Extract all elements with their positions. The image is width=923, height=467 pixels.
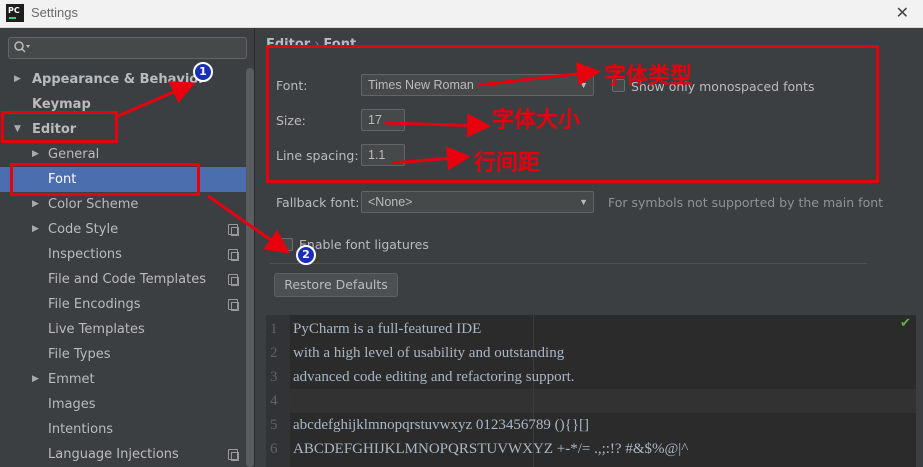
project-scope-icon xyxy=(228,249,239,261)
sidebar-item-language-injections[interactable]: Language Injections xyxy=(0,442,250,467)
line-number: 1 xyxy=(270,321,278,337)
restore-defaults-button[interactable]: Restore Defaults xyxy=(274,273,398,297)
sidebar-item-file-encodings[interactable]: File Encodings xyxy=(0,292,250,317)
line-number: 4 xyxy=(270,393,278,409)
chevron-right-icon[interactable]: ▶ xyxy=(14,67,21,92)
project-scope-icon xyxy=(228,274,239,286)
annotation-box-editor xyxy=(1,111,118,143)
sidebar-item-label: Emmet xyxy=(48,372,95,387)
chevron-right-icon[interactable]: ▶ xyxy=(32,367,39,392)
preview-line: 5 abcdefghijklmnopqrstuvwxyz 0123456789 (… xyxy=(266,413,916,437)
sidebar-item-intentions[interactable]: Intentions xyxy=(0,417,250,442)
sidebar-item-label: Images xyxy=(48,397,96,412)
line-number: 2 xyxy=(270,345,278,361)
preview-text: advanced code editing and refactoring su… xyxy=(293,369,575,385)
sidebar-item-code-style[interactable]: ▶ Code Style xyxy=(0,217,250,242)
fallback-font-combo[interactable]: <None> ▼ xyxy=(361,191,594,213)
sidebar-item-label: File and Code Templates xyxy=(48,272,206,287)
fallback-hint: For symbols not supported by the main fo… xyxy=(608,195,884,210)
sidebar-scrollbar[interactable] xyxy=(246,68,254,467)
sidebar-item-file-and-code-templates[interactable]: File and Code Templates xyxy=(0,267,250,292)
preview-text: ABCDEFGHIJKLMNOPQRSTUVWXYZ +-*/= .,;:!? … xyxy=(293,441,689,457)
pycharm-logo: PC xyxy=(6,4,24,22)
sidebar-item-inspections[interactable]: Inspections xyxy=(0,242,250,267)
annotation-line-spacing: 行间距 xyxy=(474,151,541,176)
sidebar-item-label: Appearance & Behavior xyxy=(32,72,205,87)
annotation-box-font xyxy=(10,163,200,196)
preview-line: 6 ABCDEFGHIJKLMNOPQRSTUVWXYZ +-*/= .,;:!?… xyxy=(266,437,916,461)
annotation-font-size: 字体大小 xyxy=(492,108,581,133)
title-bar: PC Settings ✕ xyxy=(0,0,923,28)
line-number: 5 xyxy=(270,417,278,433)
chevron-right-icon[interactable]: ▶ xyxy=(32,217,39,242)
preview-line: 3 advanced code editing and refactoring s… xyxy=(266,365,916,389)
sidebar-item-images[interactable]: Images xyxy=(0,392,250,417)
close-icon[interactable]: ✕ xyxy=(896,3,909,22)
search-icon xyxy=(13,39,31,58)
project-scope-icon xyxy=(228,299,239,311)
preview-line: 4 xyxy=(266,389,916,413)
sidebar-item-label: Live Templates xyxy=(48,322,145,337)
project-scope-icon xyxy=(228,224,239,236)
preview-line: 2 with a high level of usability and outs… xyxy=(266,341,916,365)
preview-line: 1 PyCharm is a full-featured IDE xyxy=(266,317,916,341)
sidebar-item-live-templates[interactable]: Live Templates xyxy=(0,317,250,342)
preview-text: abcdefghijklmnopqrstuvwxyz 0123456789 ()… xyxy=(293,417,590,433)
preview-text: PyCharm is a full-featured IDE xyxy=(293,321,482,337)
sidebar-item-label: File Encodings xyxy=(48,297,141,312)
sidebar-item-label: Inspections xyxy=(48,247,122,262)
divider xyxy=(270,263,867,264)
search-input[interactable] xyxy=(8,37,247,59)
annotation-font-type: 字体类型 xyxy=(604,64,693,89)
badge-1: 1 xyxy=(193,62,213,82)
sidebar-item-label: Code Style xyxy=(48,222,119,237)
sidebar-item-label: Intentions xyxy=(48,422,114,437)
badge-2: 2 xyxy=(296,245,316,265)
preview-text: with a high level of usability and outst… xyxy=(293,345,565,361)
sidebar-item-emmet[interactable]: ▶ Emmet xyxy=(0,367,250,392)
line-number: 6 xyxy=(270,441,278,457)
line-number: 3 xyxy=(270,369,278,385)
fallback-font-value: <None> xyxy=(368,195,413,209)
chevron-down-icon: ▼ xyxy=(579,197,588,207)
sidebar-item-file-types[interactable]: File Types xyxy=(0,342,250,367)
ligatures-checkbox[interactable] xyxy=(280,238,293,251)
fallback-font-label: Fallback font: xyxy=(276,195,360,210)
checkmark-icon: ✔ xyxy=(900,316,911,331)
window-title: Settings xyxy=(31,5,78,20)
font-preview-editor[interactable]: 1 PyCharm is a full-featured IDE 2 with a h… xyxy=(266,315,916,467)
sidebar-item-label: Language Injections xyxy=(48,447,179,462)
ligatures-label: Enable font ligatures xyxy=(299,237,429,252)
sidebar-item-label: File Types xyxy=(48,347,111,362)
project-scope-icon xyxy=(228,449,239,461)
settings-sidebar: ▶ Appearance & Behavior Keymap ▼ Editor ▶ Gene… xyxy=(0,28,255,467)
